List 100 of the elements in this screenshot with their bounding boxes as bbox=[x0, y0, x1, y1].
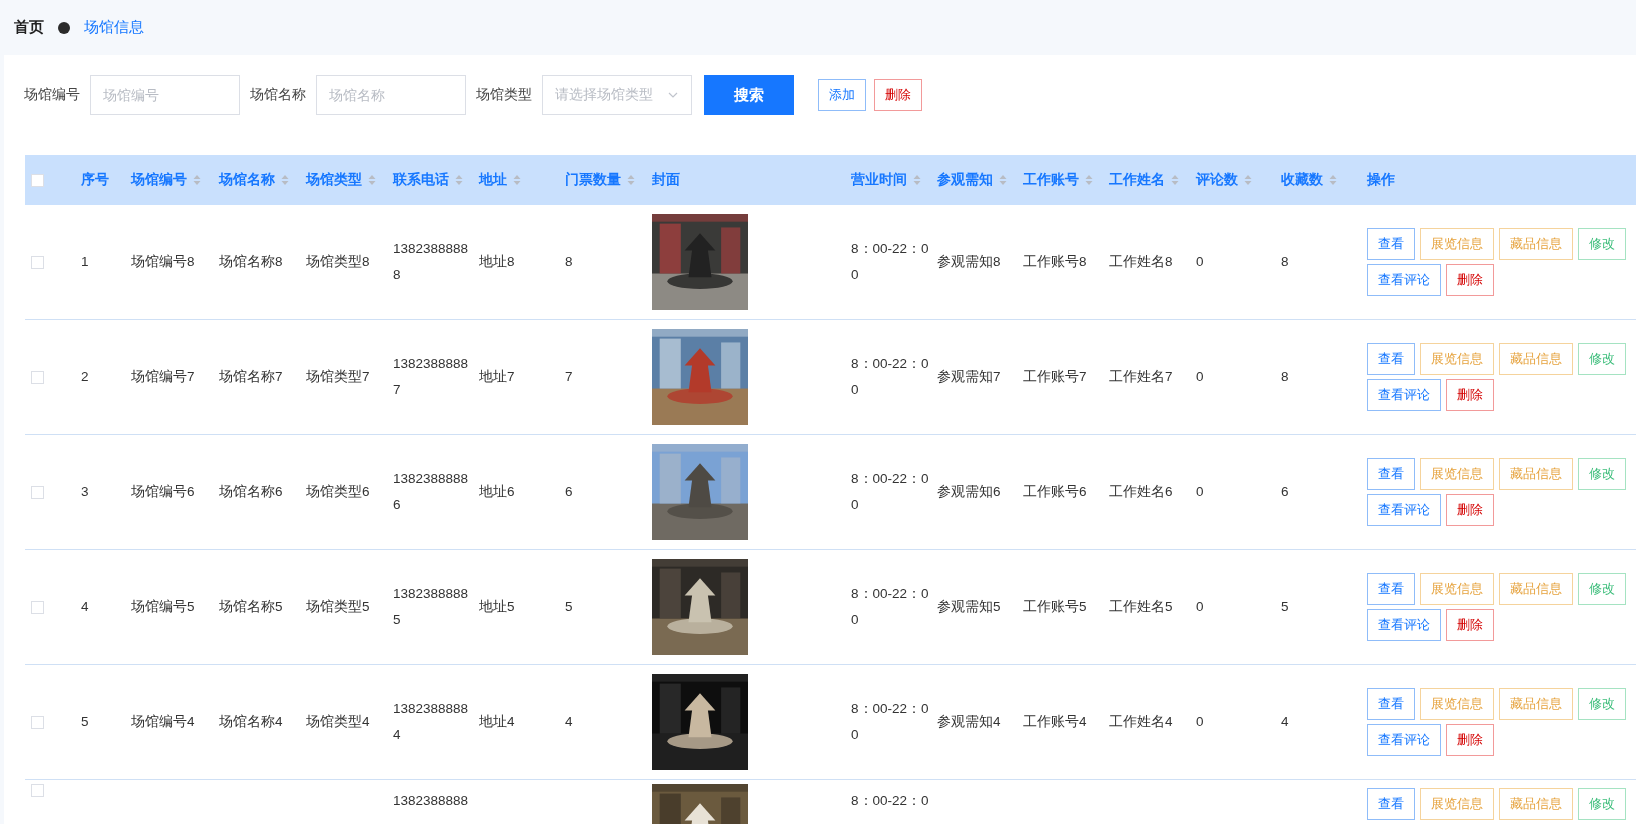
column-header[interactable]: 收藏数 bbox=[1281, 171, 1337, 189]
view-button[interactable]: 查看 bbox=[1367, 458, 1415, 490]
table-cell-text: 6 bbox=[565, 483, 573, 501]
table-cell-text: 5 bbox=[81, 713, 89, 731]
table-cell-text: 场馆编号6 bbox=[131, 483, 195, 501]
view-button[interactable]: 查看评论 bbox=[1367, 609, 1441, 641]
delete-button[interactable]: 删除 bbox=[1446, 609, 1494, 641]
view-button[interactable]: 查看 bbox=[1367, 788, 1415, 820]
info-button[interactable]: 展览信息 bbox=[1420, 688, 1494, 720]
field-label: 场馆类型 bbox=[476, 86, 532, 104]
delete-button[interactable]: 删除 bbox=[1446, 724, 1494, 756]
table-cell-text: 13823888885 bbox=[393, 585, 470, 629]
search-field[interactable]: 场馆编号 bbox=[90, 75, 240, 115]
table-cell-text: 场馆名称4 bbox=[219, 713, 283, 731]
view-button[interactable]: 查看评论 bbox=[1367, 379, 1441, 411]
delete-button[interactable]: 删除 bbox=[874, 79, 922, 111]
view-button[interactable]: 查看 bbox=[1367, 343, 1415, 375]
column-header[interactable]: 场馆类型 bbox=[306, 171, 376, 189]
table-cell-text: 地址6 bbox=[479, 483, 515, 501]
info-button[interactable]: 展览信息 bbox=[1420, 228, 1494, 260]
row-checkbox[interactable] bbox=[31, 485, 44, 499]
view-button[interactable]: 查看评论 bbox=[1367, 724, 1441, 756]
view-button[interactable]: 查看评论 bbox=[1367, 494, 1441, 526]
table-cell-text: 8：00-22：00 bbox=[851, 585, 929, 629]
edit-button[interactable]: 修改 bbox=[1578, 688, 1626, 720]
view-button[interactable]: 查看评论 bbox=[1367, 264, 1441, 296]
table-cell-text: 参观需知7 bbox=[937, 368, 1001, 386]
view-button[interactable]: 查看 bbox=[1367, 573, 1415, 605]
row-checkbox[interactable] bbox=[31, 255, 44, 269]
delete-button[interactable]: 删除 bbox=[1446, 494, 1494, 526]
sort-icon[interactable] bbox=[999, 174, 1007, 186]
table-cell-text: 场馆名称7 bbox=[219, 368, 283, 386]
table-cell-text: 工作姓名8 bbox=[1109, 253, 1173, 271]
view-button[interactable]: 查看 bbox=[1367, 228, 1415, 260]
sort-icon[interactable] bbox=[513, 174, 521, 186]
sort-icon[interactable] bbox=[193, 174, 201, 186]
column-header[interactable]: 参观需知 bbox=[937, 171, 1007, 189]
row-checkbox[interactable] bbox=[31, 370, 44, 384]
edit-button[interactable]: 修改 bbox=[1578, 228, 1626, 260]
breadcrumb-current[interactable]: 场馆信息 bbox=[84, 18, 144, 37]
info-button[interactable]: 藏品信息 bbox=[1499, 788, 1573, 820]
type-select[interactable]: 请选择场馆类型 bbox=[542, 75, 692, 115]
sort-icon[interactable] bbox=[1244, 174, 1252, 186]
table-cell-text: 0 bbox=[1196, 598, 1204, 616]
info-button[interactable]: 藏品信息 bbox=[1499, 343, 1573, 375]
search-field[interactable]: 场馆名称 bbox=[316, 75, 466, 115]
column-header[interactable]: 序号 bbox=[81, 171, 109, 189]
row-checkbox[interactable] bbox=[31, 715, 44, 729]
add-button[interactable]: 添加 bbox=[818, 79, 866, 111]
column-header[interactable]: 营业时间 bbox=[851, 171, 921, 189]
view-button[interactable]: 查看 bbox=[1367, 688, 1415, 720]
sort-icon[interactable] bbox=[1171, 174, 1179, 186]
edit-button[interactable]: 修改 bbox=[1578, 573, 1626, 605]
column-header[interactable]: 门票数量 bbox=[565, 171, 635, 189]
table-cell-text: 场馆类型4 bbox=[306, 713, 370, 731]
table-cell-text: 工作账号6 bbox=[1023, 483, 1087, 501]
sort-icon[interactable] bbox=[913, 174, 921, 186]
edit-button[interactable]: 修改 bbox=[1578, 343, 1626, 375]
column-header[interactable]: 地址 bbox=[479, 171, 521, 189]
column-header[interactable]: 评论数 bbox=[1196, 171, 1252, 189]
table-cell-text: 1382388888 bbox=[393, 792, 469, 810]
sort-icon[interactable] bbox=[1329, 174, 1337, 186]
sort-icon[interactable] bbox=[368, 174, 376, 186]
breadcrumb-home[interactable]: 首页 bbox=[14, 18, 44, 37]
sort-icon[interactable] bbox=[1085, 174, 1093, 186]
search-button[interactable]: 搜索 bbox=[704, 75, 794, 115]
info-button[interactable]: 展览信息 bbox=[1420, 788, 1494, 820]
info-button[interactable]: 藏品信息 bbox=[1499, 688, 1573, 720]
field-label: 场馆名称 bbox=[250, 86, 306, 104]
table-cell-text: 地址7 bbox=[479, 368, 515, 386]
table-cell-text: 工作姓名4 bbox=[1109, 713, 1173, 731]
sort-icon[interactable] bbox=[627, 174, 635, 186]
edit-button[interactable]: 修改 bbox=[1578, 458, 1626, 490]
table-cell-text: 0 bbox=[1196, 713, 1204, 731]
info-button[interactable]: 藏品信息 bbox=[1499, 228, 1573, 260]
sort-icon[interactable] bbox=[281, 174, 289, 186]
select-all-checkbox[interactable] bbox=[31, 173, 44, 187]
delete-button[interactable]: 删除 bbox=[1446, 264, 1494, 296]
table-cell-text: 13823888886 bbox=[393, 470, 470, 514]
table-cell-text: 5 bbox=[565, 598, 573, 616]
column-header[interactable]: 工作账号 bbox=[1023, 171, 1093, 189]
column-header[interactable]: 场馆编号 bbox=[131, 171, 201, 189]
separator-dot-icon bbox=[58, 21, 70, 34]
row-checkbox[interactable] bbox=[31, 784, 44, 797]
table-cell-text: 场馆类型5 bbox=[306, 598, 370, 616]
column-header[interactable]: 场馆名称 bbox=[219, 171, 289, 189]
row-checkbox[interactable] bbox=[31, 600, 44, 614]
info-button[interactable]: 藏品信息 bbox=[1499, 458, 1573, 490]
edit-button[interactable]: 修改 bbox=[1578, 788, 1626, 820]
info-button[interactable]: 展览信息 bbox=[1420, 458, 1494, 490]
info-button[interactable]: 展览信息 bbox=[1420, 343, 1494, 375]
delete-button[interactable]: 删除 bbox=[1446, 379, 1494, 411]
info-button[interactable]: 藏品信息 bbox=[1499, 573, 1573, 605]
table-cell-text: 3 bbox=[81, 483, 89, 501]
column-header[interactable]: 工作姓名 bbox=[1109, 171, 1179, 189]
column-header[interactable]: 操作 bbox=[1367, 171, 1395, 189]
column-header[interactable]: 封面 bbox=[652, 171, 680, 189]
sort-icon[interactable] bbox=[455, 174, 463, 186]
info-button[interactable]: 展览信息 bbox=[1420, 573, 1494, 605]
column-header[interactable]: 联系电话 bbox=[393, 171, 463, 189]
